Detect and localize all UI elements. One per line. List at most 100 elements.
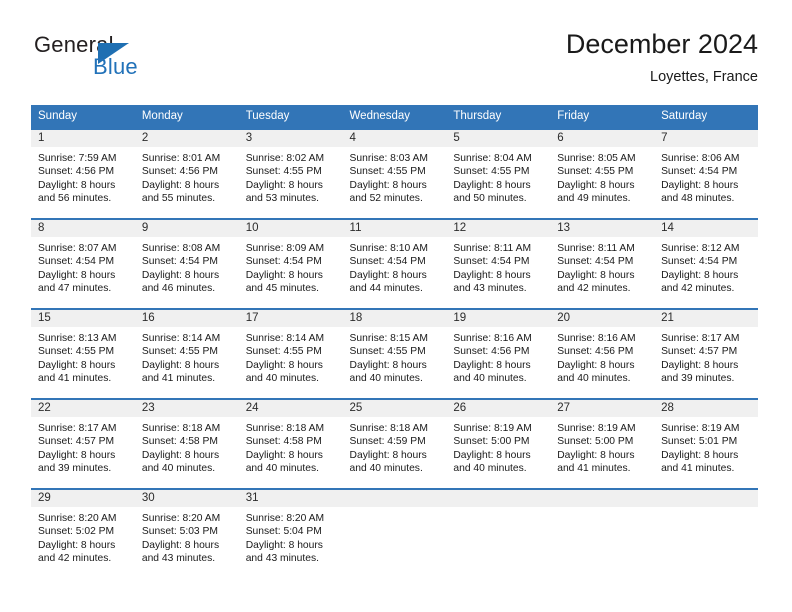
daylight-duration-line2: and 49 minutes. xyxy=(557,193,631,205)
calendar-day-cell[interactable]: 21 Sunrise: 8:17 AM Sunset: 4:57 PM Dayligh… xyxy=(654,308,758,399)
calendar-day-cell[interactable]: 25 Sunrise: 8:18 AM Sunset: 4:59 PM Dayligh… xyxy=(342,398,447,489)
generalblue-logo[interactable]: General Blue xyxy=(31,32,211,92)
calendar-day-cell[interactable]: 5 Sunrise: 8:04 AM Sunset: 4:55 PM Daylight… xyxy=(446,128,551,219)
daylight-duration-line2: and 40 minutes. xyxy=(245,373,319,385)
day-details: Sunrise: 8:05 AM Sunset: 4:55 PM Daylight:… xyxy=(550,147,654,206)
daylight-duration-line2: and 41 minutes. xyxy=(38,373,112,385)
sunrise-time: Sunrise: 8:05 AM xyxy=(557,153,636,164)
calendar-day-cell[interactable]: 6 Sunrise: 8:05 AM Sunset: 4:55 PM Daylight… xyxy=(550,128,655,219)
day-number: 23 xyxy=(134,400,239,417)
day-number: 28 xyxy=(654,400,758,417)
calendar-day-cell[interactable]: 12 Sunrise: 8:11 AM Sunset: 4:54 PM Dayligh… xyxy=(446,218,551,309)
calendar-day-cell[interactable]: 18 Sunrise: 8:15 AM Sunset: 4:55 PM Dayligh… xyxy=(342,308,447,399)
calendar-day-cell[interactable]: 30 Sunrise: 8:20 AM Sunset: 5:03 PM Dayligh… xyxy=(134,488,239,578)
daylight-duration-line2: and 45 minutes. xyxy=(245,283,319,295)
day-number: 30 xyxy=(134,490,239,507)
calendar-day-cell[interactable]: 10 Sunrise: 8:09 AM Sunset: 4:54 PM Dayligh… xyxy=(238,218,343,309)
calendar-day-cell[interactable]: 14 Sunrise: 8:12 AM Sunset: 4:54 PM Dayligh… xyxy=(654,218,758,309)
day-number: 17 xyxy=(238,310,343,327)
daylight-duration-line1: Daylight: 8 hours xyxy=(453,449,531,461)
daylight-duration-line1: Daylight: 8 hours xyxy=(245,359,323,371)
daylight-duration-line1: Daylight: 8 hours xyxy=(245,449,323,461)
daylight-duration-line2: and 42 minutes. xyxy=(38,553,112,565)
calendar-day-cell[interactable]: 19 Sunrise: 8:16 AM Sunset: 4:56 PM Dayligh… xyxy=(446,308,551,399)
daylight-duration-line1: Daylight: 8 hours xyxy=(661,359,739,371)
calendar-day-cell[interactable]: 7 Sunrise: 8:06 AM Sunset: 4:54 PM Daylight… xyxy=(654,128,758,219)
day-details: Sunrise: 8:20 AM Sunset: 5:03 PM Daylight:… xyxy=(135,507,239,566)
daylight-duration-line2: and 42 minutes. xyxy=(661,283,735,295)
weekday-header-saturday: Saturday xyxy=(654,105,758,129)
day-details: Sunrise: 8:19 AM Sunset: 5:01 PM Daylight:… xyxy=(654,417,758,476)
calendar-day-cell[interactable]: 9 Sunrise: 8:08 AM Sunset: 4:54 PM Daylight… xyxy=(134,218,239,309)
day-details: Sunrise: 8:06 AM Sunset: 4:54 PM Daylight:… xyxy=(654,147,758,206)
daylight-duration-line2: and 40 minutes. xyxy=(349,373,423,385)
daylight-duration-line2: and 40 minutes. xyxy=(141,463,216,475)
daylight-duration-line2: and 41 minutes. xyxy=(141,373,216,385)
sunrise-time: Sunrise: 8:20 AM xyxy=(141,513,221,524)
daylight-duration-line1: Daylight: 8 hours xyxy=(557,359,635,371)
day-details: Sunrise: 8:18 AM Sunset: 4:59 PM Daylight:… xyxy=(343,417,447,476)
calendar-empty-cell xyxy=(550,488,655,578)
calendar-day-cell[interactable]: 22 Sunrise: 8:17 AM Sunset: 4:57 PM Dayligh… xyxy=(31,398,135,489)
day-details: Sunrise: 8:01 AM Sunset: 4:56 PM Daylight:… xyxy=(135,147,239,206)
sunset-time: Sunset: 4:55 PM xyxy=(349,346,426,358)
sunrise-time: Sunrise: 8:14 AM xyxy=(245,333,325,344)
calendar-day-cell[interactable]: 20 Sunrise: 8:16 AM Sunset: 4:56 PM Dayligh… xyxy=(550,308,655,399)
day-details: Sunrise: 8:04 AM Sunset: 4:55 PM Daylight:… xyxy=(446,147,550,206)
calendar-day-cell[interactable]: 3 Sunrise: 8:02 AM Sunset: 4:55 PM Daylight… xyxy=(238,128,343,219)
daylight-duration-line1: Daylight: 8 hours xyxy=(38,359,116,371)
calendar-day-cell[interactable]: 8 Sunrise: 8:07 AM Sunset: 4:54 PM Daylight… xyxy=(31,218,135,309)
calendar-day-cell[interactable]: 28 Sunrise: 8:19 AM Sunset: 5:01 PM Dayligh… xyxy=(654,398,758,489)
day-number: 15 xyxy=(31,310,135,327)
day-number: 26 xyxy=(446,400,551,417)
calendar-day-cell[interactable]: 13 Sunrise: 8:11 AM Sunset: 4:54 PM Dayligh… xyxy=(550,218,655,309)
calendar-day-cell[interactable]: 16 Sunrise: 8:14 AM Sunset: 4:55 PM Dayligh… xyxy=(134,308,239,399)
daylight-duration-line1: Daylight: 8 hours xyxy=(349,179,427,191)
calendar-day-cell[interactable]: 26 Sunrise: 8:19 AM Sunset: 5:00 PM Dayligh… xyxy=(446,398,551,489)
calendar-day-cell[interactable]: 29 Sunrise: 8:20 AM Sunset: 5:02 PM Dayligh… xyxy=(31,488,135,578)
day-number: 31 xyxy=(238,490,343,507)
day-number xyxy=(654,490,758,507)
sunrise-time: Sunrise: 8:19 AM xyxy=(661,423,740,434)
calendar-day-cell[interactable]: 15 Sunrise: 8:13 AM Sunset: 4:55 PM Dayligh… xyxy=(31,308,135,399)
daylight-duration-line1: Daylight: 8 hours xyxy=(141,179,220,191)
calendar-header-row: Sunday Monday Tuesday Wednesday Thursday… xyxy=(31,105,758,129)
day-number: 12 xyxy=(446,220,551,237)
calendar-day-cell[interactable]: 4 Sunrise: 8:03 AM Sunset: 4:55 PM Daylight… xyxy=(342,128,447,219)
sunset-time: Sunset: 4:54 PM xyxy=(141,256,218,268)
weekday-header-wednesday: Wednesday xyxy=(342,105,447,129)
calendar-day-cell[interactable]: 1 Sunrise: 7:59 AM Sunset: 4:56 PM Daylight… xyxy=(31,128,135,219)
sunrise-time: Sunrise: 8:19 AM xyxy=(453,423,532,434)
day-details: Sunrise: 8:16 AM Sunset: 4:56 PM Daylight:… xyxy=(550,327,654,386)
day-number: 18 xyxy=(342,310,447,327)
calendar-empty-cell xyxy=(654,488,758,578)
sunset-time: Sunset: 4:54 PM xyxy=(245,256,322,268)
sunset-time: Sunset: 4:55 PM xyxy=(141,346,218,358)
day-details: Sunrise: 8:10 AM Sunset: 4:54 PM Daylight:… xyxy=(343,237,447,296)
daylight-duration-line1: Daylight: 8 hours xyxy=(349,449,427,461)
sunset-time: Sunset: 5:00 PM xyxy=(557,436,634,448)
title-block: December 2024 Loyettes, France xyxy=(566,28,758,87)
day-details: Sunrise: 8:20 AM Sunset: 5:02 PM Daylight:… xyxy=(31,507,135,566)
daylight-duration-line2: and 47 minutes. xyxy=(38,283,112,295)
day-number: 14 xyxy=(654,220,758,237)
calendar-day-cell[interactable]: 27 Sunrise: 8:19 AM Sunset: 5:00 PM Dayligh… xyxy=(550,398,655,489)
daylight-duration-line1: Daylight: 8 hours xyxy=(141,359,220,371)
day-details: Sunrise: 8:03 AM Sunset: 4:55 PM Daylight:… xyxy=(343,147,447,206)
calendar-day-cell[interactable]: 31 Sunrise: 8:20 AM Sunset: 5:04 PM Dayligh… xyxy=(238,488,343,578)
calendar-week-row: 8 Sunrise: 8:07 AM Sunset: 4:54 PM Daylight… xyxy=(31,218,758,309)
calendar-day-cell[interactable]: 11 Sunrise: 8:10 AM Sunset: 4:54 PM Dayligh… xyxy=(342,218,447,309)
day-details: Sunrise: 8:18 AM Sunset: 4:58 PM Daylight:… xyxy=(135,417,239,476)
daylight-duration-line2: and 41 minutes. xyxy=(661,463,735,475)
calendar-day-cell[interactable]: 2 Sunrise: 8:01 AM Sunset: 4:56 PM Daylight… xyxy=(134,128,239,219)
sunrise-time: Sunrise: 8:20 AM xyxy=(245,513,325,524)
sunrise-time: Sunrise: 8:04 AM xyxy=(453,153,532,164)
sunrise-time: Sunrise: 8:03 AM xyxy=(349,153,428,164)
daylight-duration-line1: Daylight: 8 hours xyxy=(245,269,323,281)
calendar-day-cell[interactable]: 24 Sunrise: 8:18 AM Sunset: 4:58 PM Dayligh… xyxy=(238,398,343,489)
calendar-day-cell[interactable]: 23 Sunrise: 8:18 AM Sunset: 4:58 PM Dayligh… xyxy=(134,398,239,489)
daylight-duration-line2: and 55 minutes. xyxy=(141,193,216,205)
calendar-day-cell[interactable]: 17 Sunrise: 8:14 AM Sunset: 4:55 PM Dayligh… xyxy=(238,308,343,399)
daylight-duration-line2: and 40 minutes. xyxy=(557,373,631,385)
daylight-duration-line1: Daylight: 8 hours xyxy=(661,449,739,461)
